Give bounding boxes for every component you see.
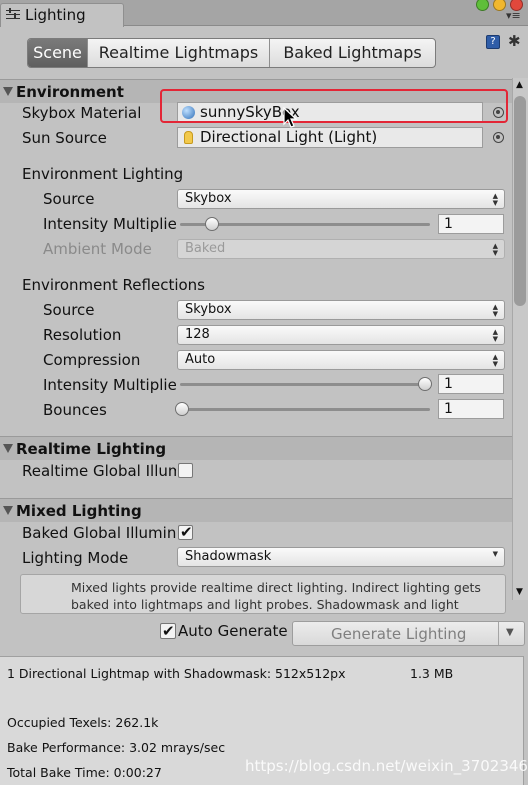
env-source-value: Skybox xyxy=(185,191,232,206)
foldout-arrow-icon xyxy=(3,87,13,96)
sun-source-label: Sun Source xyxy=(22,129,107,147)
ambient-mode-dropdown: Baked ▲ ▼ xyxy=(177,239,505,259)
sun-source-field[interactable]: Directional Light (Light) xyxy=(177,127,483,148)
annotation-highlight-box xyxy=(160,89,508,123)
mixed-lighting-help-box: Mixed lights provide realtime direct lig… xyxy=(20,574,506,614)
foldout-arrow-icon xyxy=(3,444,13,453)
tab-realtime-lightmaps[interactable]: Realtime Lightmaps xyxy=(88,39,270,67)
occupied-texels: Occupied Texels: 262.1k xyxy=(7,715,159,730)
refl-intensity-label: Intensity Multiplier xyxy=(43,376,176,394)
environment-reflections-heading: Environment Reflections xyxy=(22,276,205,294)
mixed-lighting-section-header[interactable]: Mixed Lighting xyxy=(0,498,512,522)
section-title: Environment xyxy=(16,83,124,101)
tab-baked-lightmaps[interactable]: Baked Lightmaps xyxy=(270,39,435,67)
refl-intensity-value-field[interactable]: 1 xyxy=(438,374,504,394)
resolution-dropdown[interactable]: 128 ▲ ▼ xyxy=(177,325,505,345)
resolution-label: Resolution xyxy=(43,326,122,344)
gear-icon[interactable]: ✱ xyxy=(508,32,521,50)
intensity-slider-thumb[interactable] xyxy=(205,217,219,231)
total-bake-time: Total Bake Time: 0:00:27 xyxy=(7,765,162,780)
help-icon[interactable]: ? xyxy=(486,35,500,49)
bounces-slider-thumb[interactable] xyxy=(175,402,189,416)
light-bulb-icon xyxy=(184,131,193,144)
lightmap-info: 1 Directional Lightmap with Shadowmask: … xyxy=(7,666,346,681)
ambient-mode-value: Baked xyxy=(185,241,226,256)
foldout-arrow-icon xyxy=(3,506,13,515)
checkmark-icon: ✔ xyxy=(162,622,175,640)
lighting-mode-dropdown[interactable]: Shadowmask ▼ xyxy=(177,547,505,567)
tab-scene[interactable]: Scene xyxy=(28,39,88,67)
bounces-label: Bounces xyxy=(43,401,107,419)
bake-performance: Bake Performance: 3.02 mrays/sec xyxy=(7,740,226,755)
bounces-slider-track[interactable] xyxy=(180,408,430,411)
skybox-material-label: Skybox Material xyxy=(22,104,142,122)
lighting-settings-icon xyxy=(6,8,20,21)
compression-value: Auto xyxy=(185,352,216,367)
checkmark-icon: ✔ xyxy=(180,523,193,541)
lighting-mode-label: Lighting Mode xyxy=(22,549,129,567)
refl-source-value: Skybox xyxy=(185,302,232,317)
auto-generate-label: Auto Generate xyxy=(178,622,288,640)
environment-lighting-heading: Environment Lighting xyxy=(22,165,184,183)
dropdown-arrow-icon: ▲ ▼ xyxy=(492,328,498,343)
lightmap-size: 1.3 MB xyxy=(410,666,454,681)
help-text-line: Mixed lights provide realtime direct lig… xyxy=(71,580,481,595)
bounces-value-field[interactable]: 1 xyxy=(438,399,504,419)
ambient-mode-label: Ambient Mode xyxy=(43,240,152,258)
chevron-down-icon[interactable]: ▼ xyxy=(506,627,514,638)
lighting-mode-tabs: Scene Realtime Lightmaps Baked Lightmaps xyxy=(27,38,436,68)
refl-source-label: Source xyxy=(43,301,95,319)
generate-lighting-label: Generate Lighting xyxy=(331,625,467,643)
scroll-up-icon[interactable]: ▲ xyxy=(516,80,523,90)
dropdown-arrow-icon: ▲ ▼ xyxy=(492,303,498,318)
dropdown-arrow-icon: ▲ ▼ xyxy=(492,242,498,257)
lighting-tab[interactable]: Lighting xyxy=(0,3,124,27)
object-picker-icon[interactable] xyxy=(493,132,504,143)
refl-intensity-slider-track[interactable] xyxy=(180,383,430,386)
realtime-lighting-section-header[interactable]: Realtime Lighting xyxy=(0,436,512,460)
tab-title: Lighting xyxy=(25,6,86,24)
realtime-gi-checkbox[interactable] xyxy=(178,463,193,478)
resolution-value: 128 xyxy=(185,327,210,342)
section-title: Mixed Lighting xyxy=(16,502,142,520)
env-source-label: Source xyxy=(43,190,95,208)
refl-intensity-slider-thumb[interactable] xyxy=(418,377,432,391)
refl-source-dropdown[interactable]: Skybox ▲ ▼ xyxy=(177,300,505,320)
scroll-down-icon[interactable]: ▼ xyxy=(516,587,523,597)
context-menu-icon[interactable]: ▾≡ xyxy=(506,9,521,22)
mouse-cursor-icon xyxy=(283,107,298,128)
lighting-mode-value: Shadowmask xyxy=(185,549,272,564)
dropdown-arrow-icon: ▲ ▼ xyxy=(492,353,498,368)
intensity-value-field[interactable]: 1 xyxy=(438,214,504,234)
intensity-multiplier-label: Intensity Multiplier xyxy=(43,215,176,233)
lighting-scene-panel: Environment Skybox Material sunnySkyBox … xyxy=(0,78,512,600)
env-source-dropdown[interactable]: Skybox ▲ ▼ xyxy=(177,189,505,209)
realtime-gi-label: Realtime Global Illumination xyxy=(22,462,176,480)
help-text-line: baked into lightmaps and light probes. S… xyxy=(71,597,459,612)
compression-dropdown[interactable]: Auto ▲ ▼ xyxy=(177,350,505,370)
scrollbar-thumb[interactable] xyxy=(514,96,526,306)
dropdown-arrow-icon: ▲ ▼ xyxy=(492,192,498,207)
auto-generate-checkbox[interactable]: ✔ xyxy=(160,623,176,639)
sun-source-value: Directional Light (Light) xyxy=(200,128,378,146)
watermark-text: https://blog.csdn.net/weixin_37023469 xyxy=(245,757,528,775)
dropdown-arrow-icon: ▼ xyxy=(492,550,498,558)
generate-lighting-button[interactable]: Generate Lighting ▼ xyxy=(292,621,525,646)
compression-label: Compression xyxy=(43,351,141,369)
baked-gi-label: Baked Global Illumination xyxy=(22,524,176,542)
section-title: Realtime Lighting xyxy=(16,440,167,458)
baked-gi-checkbox[interactable]: ✔ xyxy=(178,525,193,540)
